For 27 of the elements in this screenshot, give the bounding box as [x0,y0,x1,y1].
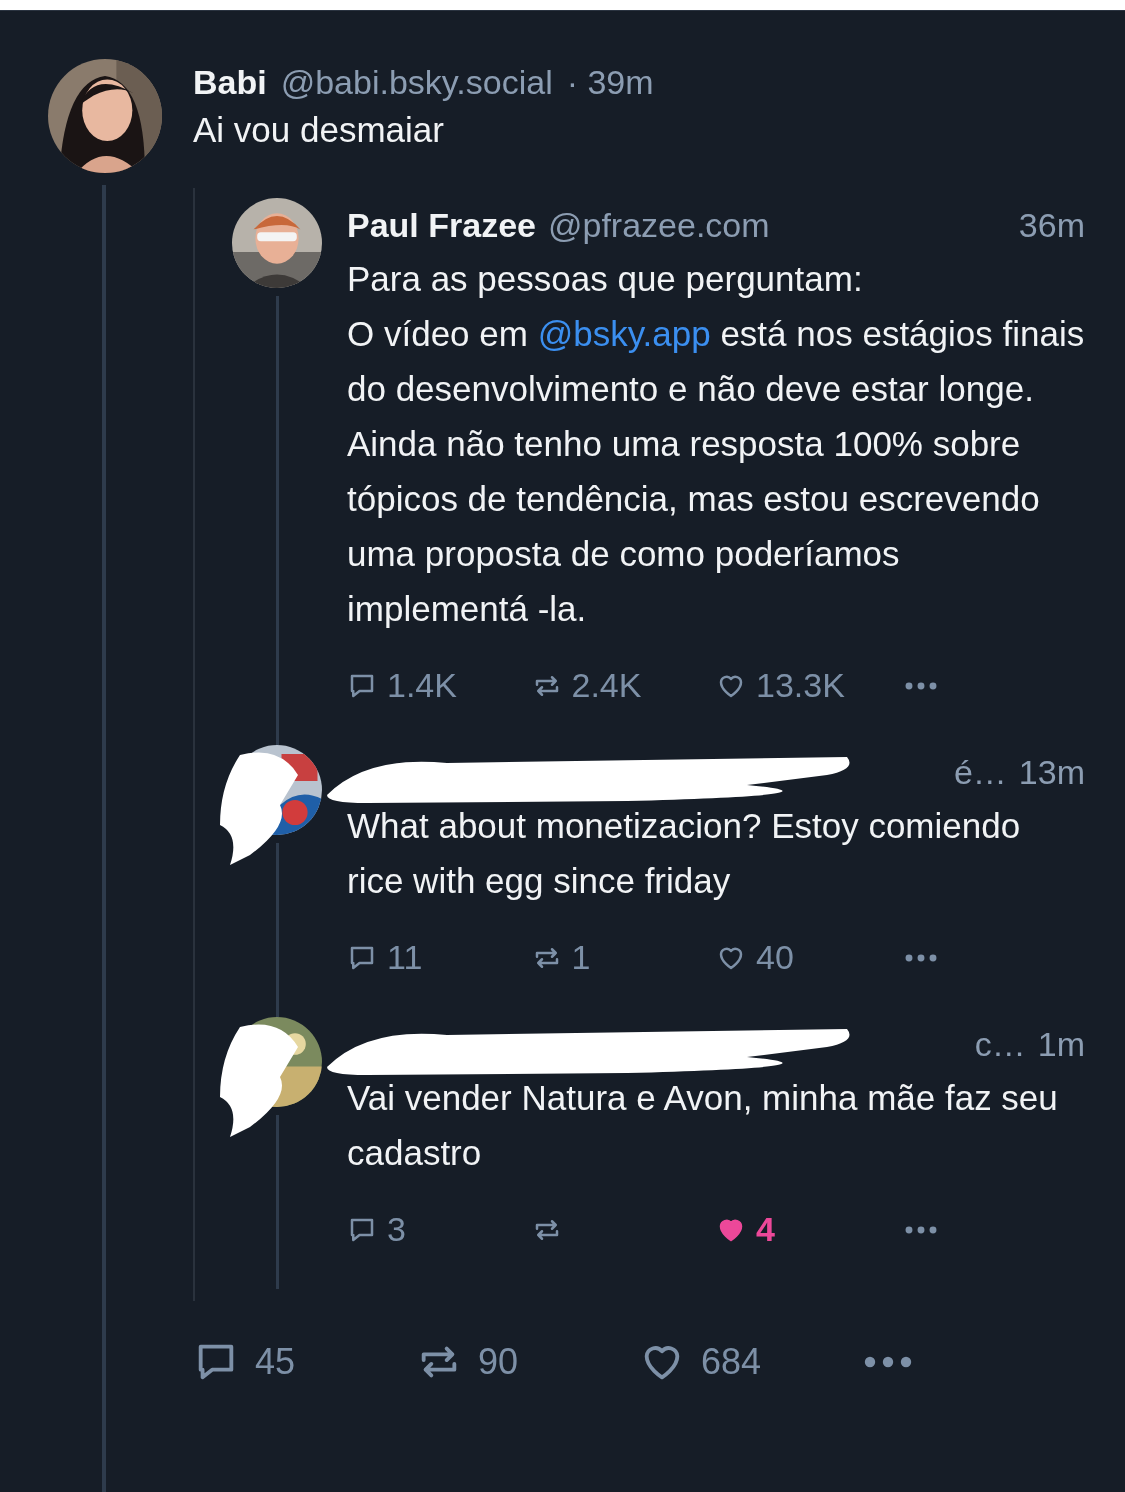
repost-count: 90 [478,1341,519,1383]
more-icon[interactable] [862,1356,914,1368]
like-count: 4 [756,1210,775,1249]
repost-count: 2.4K [571,666,642,705]
post-time: · 39m [566,63,654,102]
post-text: Ai vou desmaiar [193,110,445,150]
like-count: 40 [756,938,794,977]
reply-count: 3 [387,1210,406,1249]
handle[interactable]: @babi.bsky.social [280,63,553,102]
handle: é… [953,753,1007,792]
reply-count: 11 [387,938,423,977]
post-text: Vai vender Natura e Avon, minha mãe faz seu cadastro [347,1077,1059,1174]
author-name[interactable]: Paul Frazee [347,206,536,245]
post-text: Para as pessoas que perguntam: O vídeo em @bsky.app está nos estágios finais do desenvolvimento e não deve estar longe. Ainda não tenho uma resposta 100% sobre tópicos de tendência, mas estou escrevendo uma proposta de como poderíamos implementá -la. [347,258,1085,630]
handle[interactable]: @pfrazee.com [548,206,770,245]
reply-count: 1.4K [387,666,457,705]
handle: c… [974,1025,1026,1064]
post-time: 13m [1018,753,1085,792]
mention-link[interactable]: @bsky.app [537,314,711,353]
post-time: 36m [1018,206,1085,245]
like-count: 13.3K [756,666,845,705]
author-name[interactable]: Babi [193,63,267,102]
repost-count: 1 [571,938,591,977]
post-time: 1m [1037,1025,1085,1064]
post-text: What about monetizacion? Estoy comiendo rice with egg since friday [347,805,1022,902]
like-count: 684 [701,1341,762,1383]
reply-count: 45 [255,1341,296,1383]
